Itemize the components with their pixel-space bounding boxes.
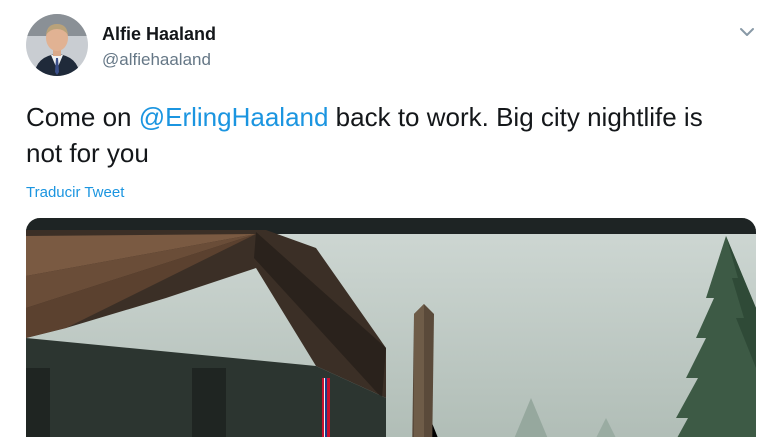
user-handle[interactable]: @alfiehaaland bbox=[102, 49, 211, 71]
tweet-card: Alfie Haaland @alfiehaaland Come on @Erl… bbox=[0, 0, 776, 437]
tweet-photo[interactable] bbox=[26, 218, 756, 437]
user-display-name[interactable]: Alfie Haaland bbox=[102, 23, 216, 45]
translate-tweet-link[interactable]: Traducir Tweet bbox=[26, 184, 124, 201]
avatar[interactable] bbox=[26, 14, 88, 76]
tweet-text: Come on @ErlingHaaland back to work. Big… bbox=[26, 99, 746, 171]
photo-scene bbox=[26, 218, 756, 437]
mention-link[interactable]: @ErlingHaaland bbox=[139, 102, 329, 132]
chevron-down-icon[interactable] bbox=[736, 24, 758, 40]
avatar-image bbox=[26, 14, 88, 76]
tweet-text-start: Come on bbox=[26, 102, 139, 132]
